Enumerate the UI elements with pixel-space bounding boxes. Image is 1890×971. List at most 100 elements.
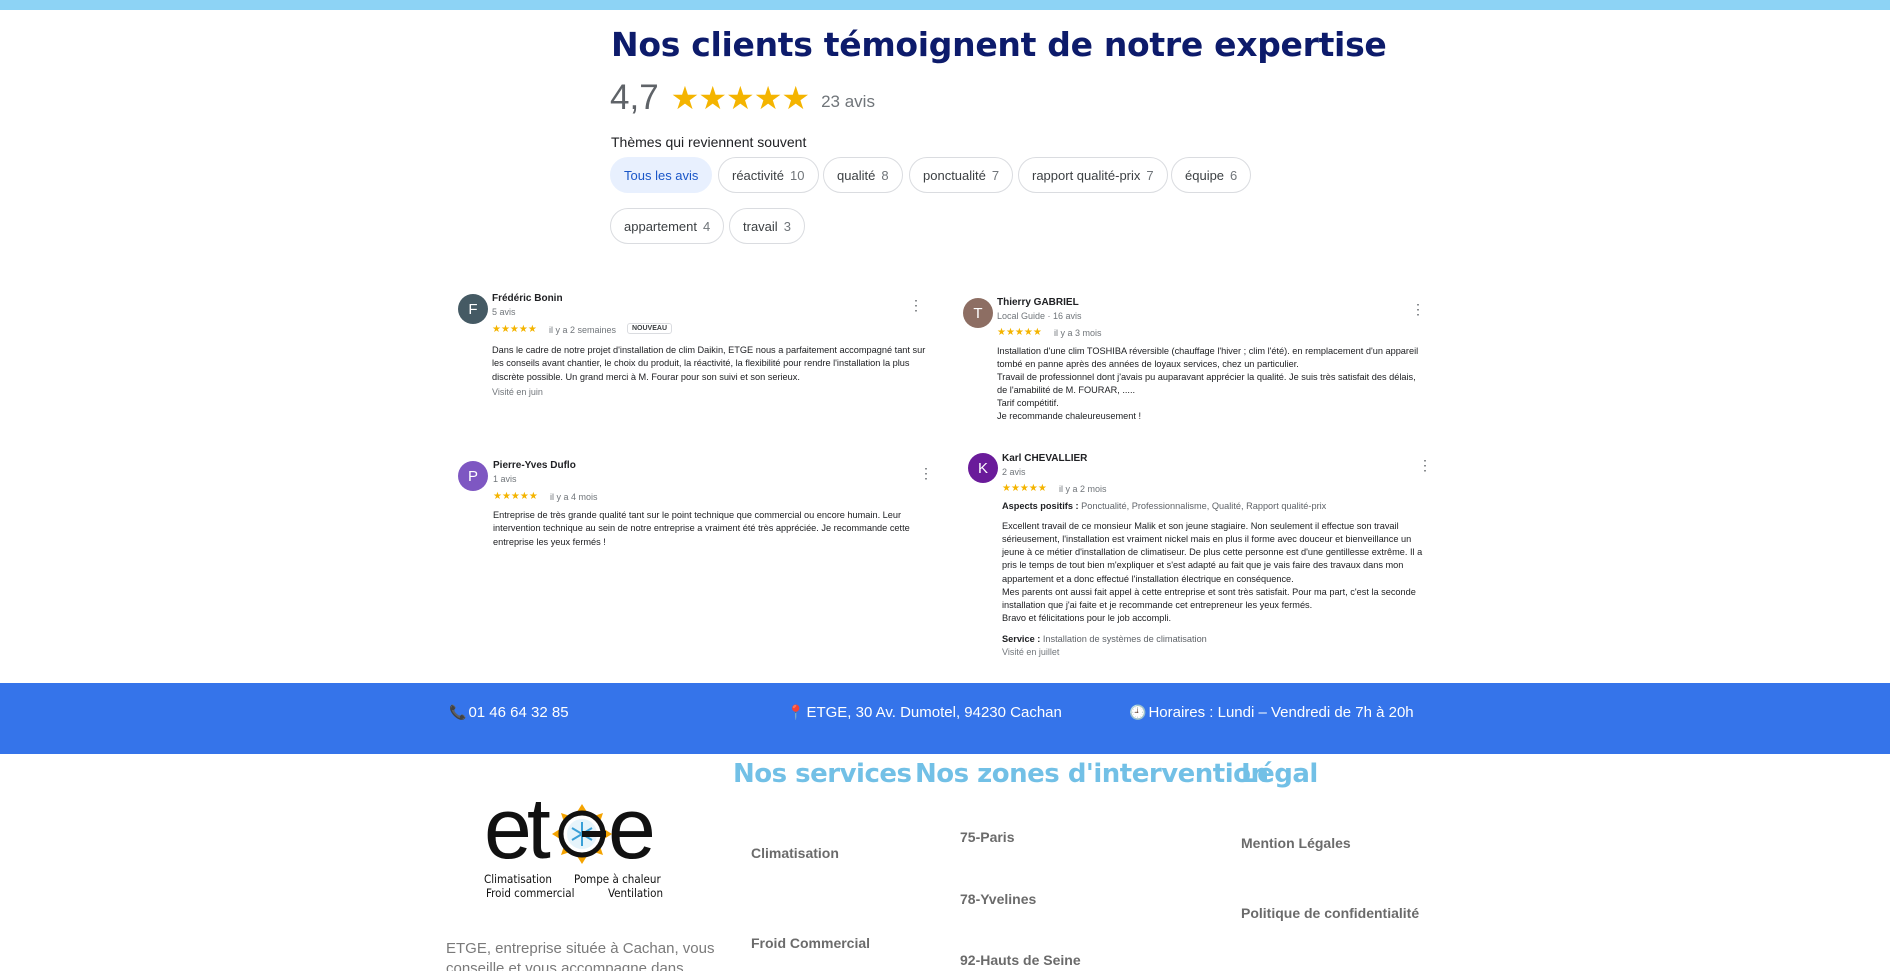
reviewer-review-count: 2 avis bbox=[1002, 467, 1026, 477]
chip-count: 4 bbox=[703, 218, 711, 234]
review-text: Dans le cadre de notre projet d'installa… bbox=[492, 345, 926, 382]
hours-text: Horaires : Lundi – Vendredi de 7h à 20h bbox=[1148, 704, 1414, 721]
chip-label: appartement bbox=[624, 218, 697, 234]
review-date: il y a 2 semaines bbox=[549, 325, 617, 335]
review-text-line: Travail de professionnel dont j'avais pu… bbox=[997, 372, 1416, 382]
chip-label: qualité bbox=[837, 167, 876, 183]
reviewer-name[interactable]: Karl CHEVALLIER bbox=[1002, 453, 1087, 464]
more-options-icon[interactable]: ⋮ bbox=[1411, 302, 1425, 316]
review-text-line: Installation d'une clim TOSHIBA réversib… bbox=[997, 346, 1419, 356]
chip-count: 7 bbox=[1146, 167, 1154, 183]
services-title: Nos services bbox=[733, 759, 912, 789]
review-text-line: Je recommande chaleureusement ! bbox=[997, 411, 1142, 421]
section-heading: Nos clients témoignent de notre expertis… bbox=[611, 25, 1387, 64]
more-options-icon[interactable]: ⋮ bbox=[919, 466, 933, 480]
reviewer-review-count: Local Guide · 16 avis bbox=[997, 311, 1082, 321]
logo-tagline: Ventilation bbox=[608, 886, 664, 900]
review-text-line: installation que j'ai faite et je recomm… bbox=[1002, 600, 1313, 610]
chip-count: 6 bbox=[1230, 167, 1238, 183]
aspects-value: Ponctualité, Professionnalisme, Qualité,… bbox=[1081, 501, 1327, 511]
chip-appartement[interactable]: appartement 4 bbox=[610, 208, 725, 244]
chip-all-reviews[interactable]: Tous les avis bbox=[610, 157, 713, 193]
more-options-icon[interactable]: ⋮ bbox=[1418, 458, 1432, 472]
logo-tagline: Froid commercial bbox=[486, 886, 575, 900]
logo-wordmark-icon: et e bbox=[484, 792, 657, 872]
service-line: Service : Installation de systèmes de cl… bbox=[1002, 634, 1207, 644]
pin-icon: 📍 bbox=[787, 704, 805, 720]
clock-icon: 🕘 bbox=[1129, 704, 1147, 720]
review-text: Entreprise de très grande qualité tant s… bbox=[493, 510, 910, 547]
rating-score: 4,7 bbox=[610, 78, 659, 117]
chip-travail[interactable]: travail 3 bbox=[729, 208, 805, 244]
review-stars: ★★★★★ bbox=[1002, 483, 1047, 494]
review-date: il y a 4 mois bbox=[550, 492, 598, 502]
legal-title: Légal bbox=[1241, 759, 1318, 789]
footer-link-78-yvelines[interactable]: 78-Yvelines bbox=[960, 891, 1036, 907]
review-text-line: Mes parents ont aussi fait appel à cette… bbox=[1002, 587, 1416, 597]
chip-qualite[interactable]: qualité 8 bbox=[823, 157, 903, 193]
avatar-initial: F bbox=[468, 300, 478, 318]
review-date: il y a 3 mois bbox=[1054, 328, 1102, 338]
footer-link-92-hauts-de-seine[interactable]: 92-Hauts de Seine bbox=[960, 952, 1081, 968]
review-text-line: Excellent travail de ce monsieur Malik e… bbox=[1002, 521, 1399, 531]
rating-stars: ★★★★★ bbox=[670, 80, 810, 116]
footer-link-politique-confidentialite[interactable]: Politique de confidentialité bbox=[1241, 905, 1419, 921]
footer-link-froid-commercial[interactable]: Froid Commercial bbox=[751, 935, 870, 951]
logo-tagline: Climatisation bbox=[484, 872, 552, 886]
contact-address[interactable]: 📍 ETGE, 30 Av. Dumotel, 94230 Cachan bbox=[787, 704, 1062, 721]
reviewer-name[interactable]: Frédéric Bonin bbox=[492, 293, 563, 304]
review-date: il y a 2 mois bbox=[1059, 484, 1107, 494]
contact-bar: 📞 01 46 64 32 85 📍 ETGE, 30 Av. Dumotel,… bbox=[0, 683, 1890, 754]
avatar: P bbox=[458, 461, 488, 491]
avatar: K bbox=[968, 453, 998, 483]
reviewer-review-count: 5 avis bbox=[492, 307, 516, 317]
chip-label: ponctualité bbox=[923, 167, 986, 183]
visit-date: Visité en juillet bbox=[1002, 647, 1060, 657]
logo-tagline: Pompe à chaleur bbox=[574, 872, 661, 886]
footer-link-75-paris[interactable]: 75-Paris bbox=[960, 829, 1014, 845]
chip-count: 10 bbox=[790, 167, 805, 183]
chip-count: 3 bbox=[783, 218, 791, 234]
chip-ponctualite[interactable]: ponctualité 7 bbox=[909, 157, 1014, 193]
zones-title: Nos zones d'intervention bbox=[915, 759, 1269, 789]
chip-label: équipe bbox=[1185, 167, 1225, 183]
aspects-label: Aspects positifs : bbox=[1002, 501, 1079, 511]
chip-label: rapport qualité-prix bbox=[1032, 167, 1141, 183]
footer-link-mentions-legales[interactable]: Mention Légales bbox=[1241, 835, 1351, 851]
themes-title: Thèmes qui reviennent souvent bbox=[611, 134, 807, 150]
footer-link-climatisation[interactable]: Climatisation bbox=[751, 845, 839, 861]
avatar: F bbox=[458, 294, 488, 324]
review-text-line: de l'amabilité de M. FOURAR, ..... bbox=[997, 385, 1136, 395]
phone-number: 01 46 64 32 85 bbox=[468, 704, 569, 721]
chip-reactivite[interactable]: réactivité 10 bbox=[718, 157, 819, 193]
review-text-line: sérieusement, l'installation est vraimen… bbox=[1002, 534, 1412, 544]
service-label: Service : bbox=[1002, 634, 1041, 644]
rating-summary: 4,7 ★★★★★ 23 avis bbox=[610, 78, 875, 118]
review-text-line: tombé en panne après des années de loyau… bbox=[997, 359, 1299, 369]
avatar-initial: P bbox=[467, 467, 478, 485]
reviewer-name[interactable]: Pierre-Yves Duflo bbox=[493, 460, 576, 471]
rating-count: 23 avis bbox=[821, 92, 875, 111]
review-stars: ★★★★★ bbox=[997, 327, 1042, 338]
contact-phone[interactable]: 📞 01 46 64 32 85 bbox=[449, 704, 569, 721]
chip-label: travail bbox=[743, 218, 778, 234]
review-text-line: pris le temps de tout bien m'expliquer e… bbox=[1002, 560, 1404, 570]
aspects-line: Aspects positifs : Ponctualité, Professi… bbox=[1002, 501, 1326, 511]
top-strip bbox=[0, 0, 1890, 10]
visit-date: Visité en juin bbox=[492, 387, 543, 397]
company-about-text: ETGE, entreprise située à Cachan, vous c… bbox=[446, 940, 715, 971]
avatar: T bbox=[963, 298, 993, 328]
review-text-line: jeune à ce métier d'installation de clim… bbox=[1002, 547, 1423, 557]
company-logo[interactable]: et e Climatisation Pompe à chaleur Froid… bbox=[482, 792, 678, 902]
reviewer-name[interactable]: Thierry GABRIEL bbox=[997, 297, 1079, 308]
review-stars: ★★★★★ bbox=[492, 324, 537, 335]
more-options-icon[interactable]: ⋮ bbox=[909, 298, 923, 312]
contact-hours: 🕘 Horaires : Lundi – Vendredi de 7h à 20… bbox=[1129, 704, 1414, 721]
svg-text:et: et bbox=[484, 792, 551, 872]
phone-icon: 📞 bbox=[449, 704, 467, 720]
chip-label: Tous les avis bbox=[624, 167, 699, 183]
chip-equipe[interactable]: équipe 6 bbox=[1171, 157, 1252, 193]
review-text-line: Bravo et félicitations pour le job accom… bbox=[1002, 613, 1172, 623]
chip-label: réactivité bbox=[732, 167, 785, 183]
chip-rapport-qualite-prix[interactable]: rapport qualité-prix 7 bbox=[1018, 157, 1168, 193]
